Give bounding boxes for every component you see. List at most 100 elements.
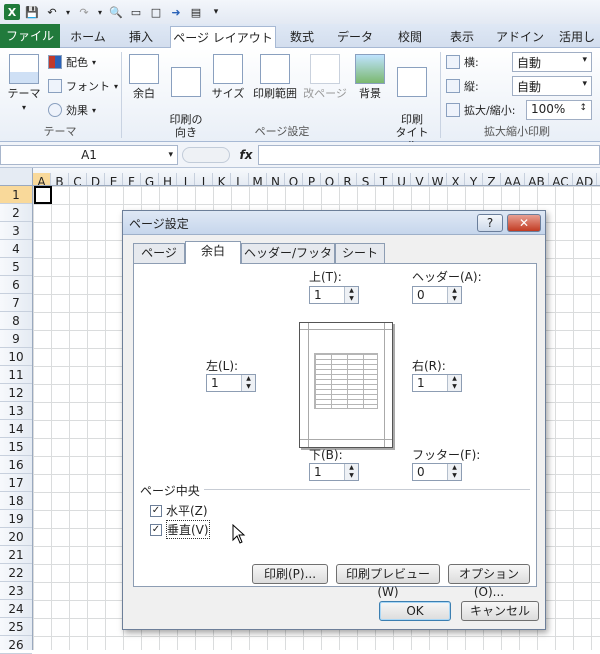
column-header[interactable]: E bbox=[105, 173, 123, 185]
height-dropdown[interactable]: 自動 ▾ bbox=[512, 76, 592, 96]
tab-review[interactable]: 校閲 bbox=[388, 26, 432, 48]
column-header[interactable]: AB bbox=[525, 173, 549, 185]
customize-toolbar-icon[interactable]: ▾ bbox=[208, 4, 224, 20]
row-header[interactable]: 2 bbox=[0, 204, 32, 222]
tab-header-footer[interactable]: ヘッダー/フッター bbox=[241, 243, 335, 278]
column-header[interactable]: J bbox=[195, 173, 213, 185]
row-header[interactable]: 21 bbox=[0, 546, 32, 564]
size-button[interactable]: サイズ bbox=[210, 54, 246, 100]
column-header[interactable]: Y bbox=[465, 173, 483, 185]
spinner-arrows-icon[interactable]: ▲ ▼ bbox=[344, 464, 358, 480]
effects-button[interactable]: 効果 ▾ bbox=[48, 100, 96, 120]
background-button[interactable]: 背景 bbox=[352, 54, 388, 100]
row-header[interactable]: 6 bbox=[0, 276, 32, 294]
column-header[interactable]: M bbox=[249, 173, 267, 185]
print-button[interactable]: 印刷(P)... bbox=[252, 564, 328, 584]
checkmark-icon[interactable]: ✓ bbox=[150, 523, 162, 536]
forward-icon[interactable]: ➜ bbox=[168, 4, 184, 20]
row-header[interactable]: 9 bbox=[0, 330, 32, 348]
column-header[interactable]: K bbox=[213, 173, 231, 185]
close-button[interactable]: ✕ bbox=[507, 214, 541, 232]
column-header[interactable]: U bbox=[393, 173, 411, 185]
tab-formulas[interactable]: 数式 bbox=[280, 26, 324, 48]
tab-data[interactable]: データ bbox=[330, 26, 380, 48]
margins-button[interactable]: 余白 bbox=[126, 54, 162, 100]
cancel-button[interactable]: キャンセル bbox=[461, 601, 539, 621]
horizontal-checkbox[interactable]: ✓ 水平(Z) bbox=[150, 502, 208, 519]
column-header[interactable]: Z bbox=[483, 173, 501, 185]
column-header[interactable]: C bbox=[69, 173, 87, 185]
fonts-button[interactable]: フォント ▾ bbox=[48, 76, 118, 96]
row-header[interactable]: 3 bbox=[0, 222, 32, 240]
column-header[interactable]: T bbox=[375, 173, 393, 185]
bottom-spinner[interactable]: 1 ▲ ▼ bbox=[309, 463, 359, 481]
row-header[interactable]: 8 bbox=[0, 312, 32, 330]
column-header[interactable]: Q bbox=[321, 173, 339, 185]
colors-button[interactable]: 配色 ▾ bbox=[48, 52, 96, 72]
column-header[interactable]: AA bbox=[501, 173, 525, 185]
dialog-title-bar[interactable]: ページ設定 ? ✕ bbox=[123, 211, 545, 235]
column-header[interactable]: P bbox=[303, 173, 321, 185]
tab-home[interactable]: ホーム bbox=[62, 26, 114, 48]
undo-icon[interactable]: ↶ bbox=[44, 4, 60, 20]
name-box[interactable]: A1 ▾ bbox=[0, 145, 178, 165]
row-header[interactable]: 11 bbox=[0, 366, 32, 384]
column-header[interactable]: I bbox=[177, 173, 195, 185]
help-button[interactable]: ? bbox=[477, 214, 503, 232]
themes-button[interactable]: テーマ ▾ bbox=[6, 54, 42, 114]
row-header[interactable]: 13 bbox=[0, 402, 32, 420]
formula-resize-handle[interactable] bbox=[182, 147, 230, 163]
column-header[interactable]: S bbox=[357, 173, 375, 185]
save-icon[interactable]: 💾 bbox=[24, 4, 40, 20]
row-header[interactable]: 24 bbox=[0, 600, 32, 618]
column-header[interactable]: H bbox=[159, 173, 177, 185]
row-header[interactable]: 20 bbox=[0, 528, 32, 546]
row-header[interactable]: 25 bbox=[0, 618, 32, 636]
tab-view[interactable]: 表示 bbox=[440, 26, 484, 48]
row-header[interactable]: 17 bbox=[0, 474, 32, 492]
top-spinner[interactable]: 1 ▲ ▼ bbox=[309, 286, 359, 304]
row-header[interactable]: 26 bbox=[0, 636, 32, 654]
width-dropdown[interactable]: 自動 ▾ bbox=[512, 52, 592, 72]
column-header[interactable]: G bbox=[141, 173, 159, 185]
column-header[interactable]: F bbox=[123, 173, 141, 185]
spinner-arrows-icon[interactable]: ▲ ▼ bbox=[447, 464, 461, 480]
chevron-down-icon[interactable]: ▾ bbox=[64, 4, 72, 20]
breaks-button[interactable]: 改ページ bbox=[302, 54, 348, 100]
column-header[interactable]: X bbox=[447, 173, 465, 185]
chevron-down-icon[interactable]: ▾ bbox=[96, 4, 104, 20]
open-icon[interactable]: □ bbox=[148, 4, 164, 20]
row-header[interactable]: 4 bbox=[0, 240, 32, 258]
header-spinner[interactable]: 0 ▲ ▼ bbox=[412, 286, 462, 304]
print-preview-icon[interactable]: 🔍 bbox=[108, 4, 124, 20]
row-header[interactable]: 16 bbox=[0, 456, 32, 474]
scale-input[interactable]: 100% ↕ bbox=[526, 100, 592, 120]
spinner-arrows-icon[interactable]: ▲ ▼ bbox=[344, 287, 358, 303]
footer-spinner[interactable]: 0 ▲ ▼ bbox=[412, 463, 462, 481]
row-header[interactable]: 5 bbox=[0, 258, 32, 276]
column-header[interactable]: AD bbox=[573, 173, 597, 185]
column-header[interactable]: AC bbox=[549, 173, 573, 185]
column-header[interactable]: D bbox=[87, 173, 105, 185]
column-header[interactable]: R bbox=[339, 173, 357, 185]
tab-more[interactable]: 活用し bbox=[554, 26, 600, 48]
tab-page-layout[interactable]: ページ レイアウト bbox=[170, 26, 276, 49]
row-header[interactable]: 10 bbox=[0, 348, 32, 366]
tab-addins[interactable]: アドイン bbox=[494, 26, 546, 48]
row-header[interactable]: 14 bbox=[0, 420, 32, 438]
tab-sheet[interactable]: シート bbox=[335, 243, 385, 263]
spinner-arrows-icon[interactable]: ▲ ▼ bbox=[241, 375, 255, 391]
row-header[interactable]: 23 bbox=[0, 582, 32, 600]
column-header[interactable]: N bbox=[267, 173, 285, 185]
redo-icon[interactable]: ↷ bbox=[76, 4, 92, 20]
tab-insert[interactable]: 挿入 bbox=[118, 26, 164, 48]
spinner-arrows-icon[interactable]: ▲ ▼ bbox=[447, 375, 461, 391]
print-area-button[interactable]: 印刷範囲 bbox=[250, 54, 300, 100]
row-header[interactable]: 1 bbox=[0, 186, 32, 204]
row-header[interactable]: 22 bbox=[0, 564, 32, 582]
insert-function-button[interactable]: fx bbox=[236, 145, 256, 165]
active-cell[interactable] bbox=[34, 186, 52, 204]
new-icon[interactable]: ▭ bbox=[128, 4, 144, 20]
spinner-arrows-icon[interactable]: ▲ ▼ bbox=[447, 287, 461, 303]
column-header[interactable]: V bbox=[411, 173, 429, 185]
